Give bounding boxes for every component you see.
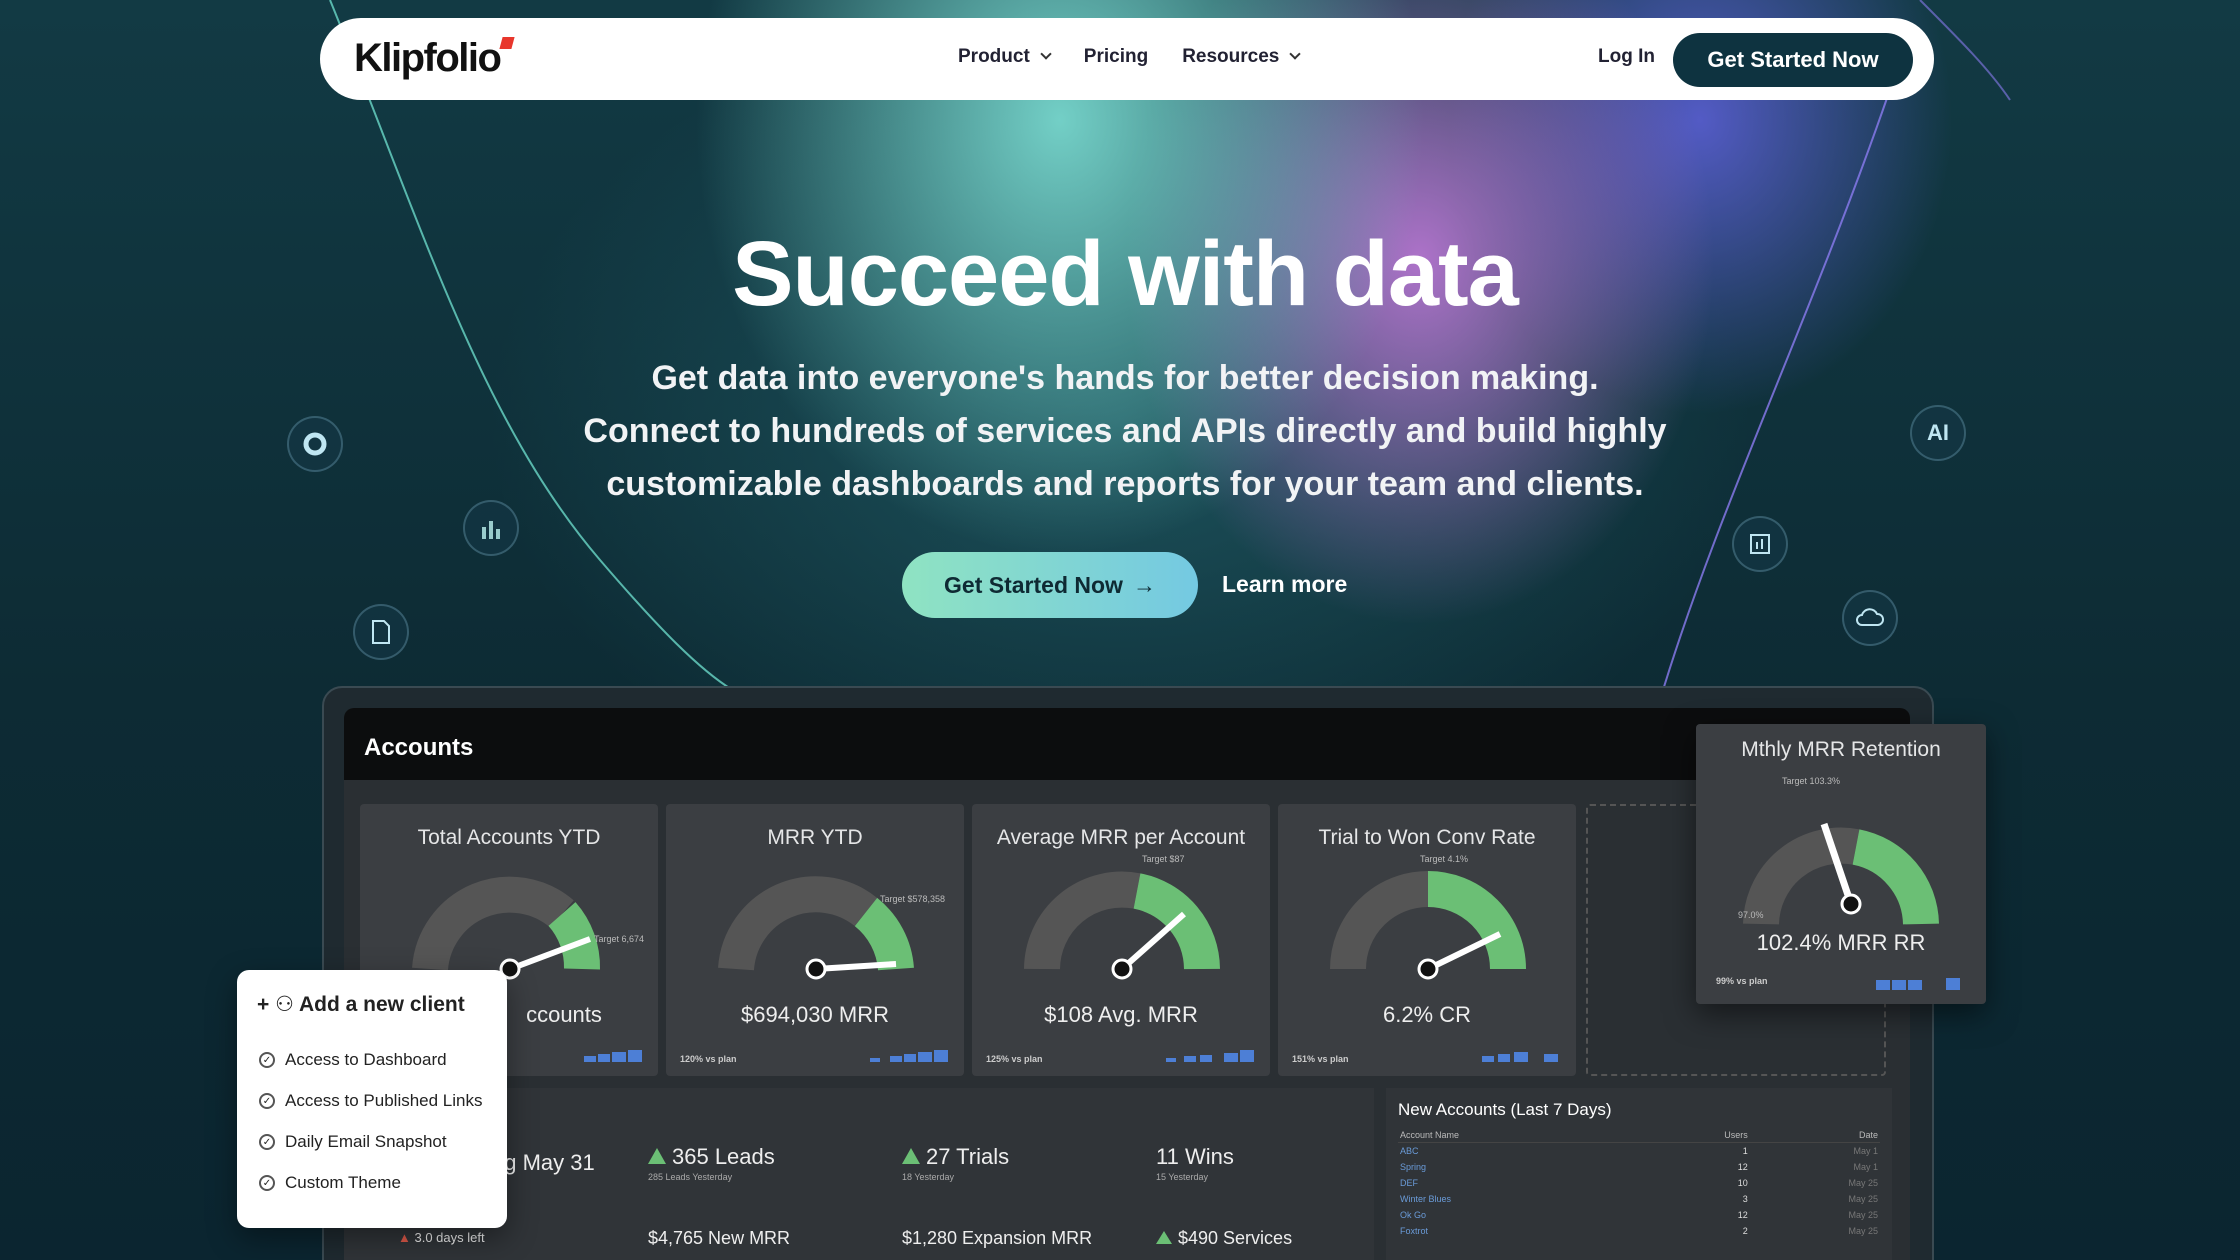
gauge-chart — [1743, 822, 1939, 926]
gauge-tile: MRR YTD Target $578,358 $694,030 MRR 120… — [666, 804, 964, 1076]
hero-title: Succeed with data — [732, 223, 1519, 325]
tile-target: Target $578,358 — [880, 894, 946, 904]
learn-more-link[interactable]: Learn more — [1222, 571, 1347, 598]
card-plan: 99% vs plan — [1716, 976, 1768, 986]
column-header: Users — [1642, 1128, 1750, 1143]
check-circle-icon: ✓ — [259, 1093, 275, 1109]
expansion-mrr-stat: $1,280 Expansion MRR — [902, 1228, 1093, 1248]
donut-chart-icon — [287, 416, 343, 472]
leads-stat: 365 Leads 285 Leads Yesterday — [648, 1144, 775, 1182]
document-icon — [353, 604, 409, 660]
tile-target: Target 4.1% — [1420, 854, 1469, 864]
tile-value: $694,030 MRR — [741, 1002, 889, 1027]
add-client-card: + ⚇ Add a new client ✓ Access to Dashboar… — [237, 970, 507, 1228]
period-label: ng May 31 — [492, 1150, 595, 1175]
table-row[interactable]: ABC 1 May 1 — [1398, 1143, 1880, 1160]
up-triangle-icon — [1156, 1231, 1172, 1244]
table-row[interactable]: Spring 12 May 1 — [1398, 1159, 1880, 1175]
tile-plan: 120% vs plan — [680, 1054, 737, 1064]
tile-target: Target 6,674 — [594, 934, 645, 944]
arrow-right-icon: → — [1132, 571, 1156, 598]
top-navbar: Klipfolio Product Pricing Resources Log … — [320, 18, 1934, 100]
tile-value: $108 Avg. MRR — [1044, 1002, 1198, 1027]
sparkline-bars — [1166, 1050, 1254, 1062]
card-title: Mthly MRR Retention — [1741, 738, 1941, 761]
tile-target: Target $87 — [1142, 854, 1185, 864]
nav-get-started-button[interactable]: Get Started Now — [1673, 33, 1913, 87]
column-header: Account Name — [1398, 1128, 1643, 1143]
up-triangle-icon — [648, 1148, 666, 1164]
bar-chart-icon — [463, 500, 519, 556]
dashboard-title: Accounts — [344, 708, 1910, 780]
check-circle-icon: ✓ — [259, 1052, 275, 1068]
table-row[interactable]: Winter Blues 3 May 25 — [1398, 1191, 1880, 1207]
nav-product[interactable]: Product — [958, 46, 1052, 68]
new-accounts-table: New Accounts (Last 7 Days) Account Name … — [1386, 1088, 1892, 1260]
list-item: ✓ Daily Email Snapshot — [259, 1132, 483, 1152]
tile-value: 6.2% CR — [1382, 1002, 1472, 1027]
gauge-tile: Average MRR per Account Target $87 $108 … — [972, 804, 1270, 1076]
chevron-down-icon — [1040, 48, 1052, 60]
list-item: ✓ Custom Theme — [259, 1173, 483, 1193]
up-triangle-icon — [902, 1148, 920, 1164]
card-value: 102.4% MRR RR — [1756, 930, 1926, 955]
table-row[interactable]: Ok Go 12 May 25 — [1398, 1207, 1880, 1223]
wins-stat: 11 Wins 15 Yesterday — [1156, 1144, 1234, 1182]
table-title: New Accounts (Last 7 Days) — [1398, 1100, 1612, 1119]
report-icon — [1732, 516, 1788, 572]
gauge-tile: Trial to Won Conv Rate Target 4.1% 6.2% … — [1278, 804, 1576, 1076]
ai-icon: AI — [1910, 405, 1966, 461]
add-user-icon: + ⚇ — [257, 993, 294, 1016]
table-row[interactable]: DEF 10 May 25 — [1398, 1175, 1880, 1191]
list-item: ✓ Access to Published Links — [259, 1091, 483, 1111]
sparkline-bars — [1482, 1052, 1558, 1062]
gauge-chart — [718, 876, 914, 980]
tile-plan: 125% vs plan — [986, 1054, 1043, 1064]
login-link[interactable]: Log In — [1598, 46, 1655, 68]
mrr-retention-card: Mthly MRR Retention Target 103.3% 97.0% … — [1696, 724, 1986, 1004]
check-circle-icon: ✓ — [259, 1134, 275, 1150]
list-item: ✓ Access to Dashboard — [259, 1050, 483, 1070]
nav-pricing[interactable]: Pricing — [1084, 46, 1148, 68]
gauge-chart — [1024, 871, 1220, 980]
sparkline-bars — [584, 1050, 642, 1062]
services-stat: $490 Services — [1156, 1228, 1292, 1249]
cloud-icon — [1842, 590, 1898, 646]
sparkline-bars — [1876, 978, 1960, 990]
nav-resources[interactable]: Resources — [1182, 46, 1302, 68]
klipfolio-logo[interactable]: Klipfolio — [354, 36, 516, 81]
days-left-stat: ▲ 3.0 days left — [398, 1230, 485, 1245]
card-min: 97.0% — [1738, 910, 1764, 920]
column-header: Date — [1749, 1128, 1880, 1143]
check-circle-icon: ✓ — [259, 1175, 275, 1191]
add-client-button[interactable]: + ⚇ Add a new client — [257, 992, 465, 1017]
warning-icon: ▲ — [398, 1230, 411, 1245]
sparkline-bars — [870, 1050, 948, 1062]
tile-plan: 151% vs plan — [1292, 1054, 1349, 1064]
gauge-chart — [1330, 871, 1526, 980]
hero-get-started-button[interactable]: Get Started Now → — [902, 552, 1198, 618]
dashboard-screen: Accounts Total Accounts YTD Target 6,674… — [344, 708, 1910, 1260]
table-row[interactable]: Foxtrot 2 May 25 — [1398, 1223, 1880, 1239]
chevron-down-icon — [1289, 48, 1302, 60]
trials-stat: 27 Trials 18 Yesterday — [902, 1144, 1010, 1182]
new-mrr-stat: $4,765 New MRR — [648, 1228, 791, 1248]
